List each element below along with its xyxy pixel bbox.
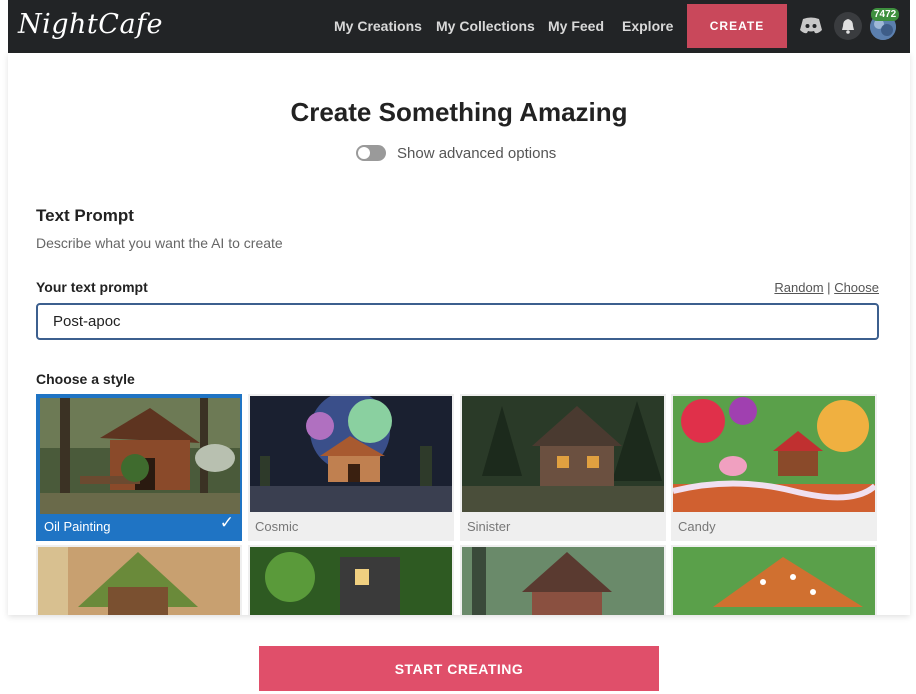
style-name: Oil Painting <box>44 519 111 534</box>
style-thumbnail <box>462 547 664 615</box>
create-form-card: Create Something Amazing Show advanced o… <box>8 53 910 615</box>
candy-thumbnail <box>673 396 875 512</box>
advanced-options-toggle[interactable] <box>356 145 386 161</box>
style-tile[interactable] <box>36 545 242 615</box>
bell-icon[interactable] <box>834 12 862 40</box>
style-tile-candy[interactable]: Candy <box>671 394 877 541</box>
style-thumbnail <box>38 547 240 615</box>
style-name[interactable]: Sinister <box>467 519 510 534</box>
style-tile[interactable] <box>248 545 454 615</box>
sinister-thumbnail <box>462 396 664 512</box>
create-button[interactable]: CREATE <box>687 4 787 48</box>
text-prompt-input[interactable] <box>36 303 879 340</box>
oil-painting-thumbnail <box>40 398 240 514</box>
style-name[interactable]: Cosmic <box>255 519 298 534</box>
page-title: Create Something Amazing <box>290 97 628 127</box>
checkmark-icon: ✓ <box>219 513 234 532</box>
nav-explore[interactable]: Explore <box>622 18 673 34</box>
section-description: Describe what you want the AI to create <box>36 235 283 251</box>
nav-my-feed[interactable]: My Feed <box>548 18 604 34</box>
toggle-knob <box>358 147 370 159</box>
cosmic-thumbnail <box>250 396 452 512</box>
credits-badge: 7472 <box>871 8 900 21</box>
prompt-label: Your text prompt <box>36 279 148 295</box>
discord-icon[interactable] <box>798 14 824 38</box>
nightcafe-logo[interactable]: NightCafe <box>18 9 163 40</box>
style-tile[interactable] <box>671 545 877 615</box>
style-tile[interactable] <box>460 545 666 615</box>
top-nav-bar: NightCafe My Creations My Collections My… <box>8 0 910 53</box>
style-thumbnail <box>250 547 452 615</box>
advanced-options-label[interactable]: Show advanced options <box>397 145 556 162</box>
style-tile-sinister[interactable]: Sinister <box>460 394 666 541</box>
link-separator: | <box>827 280 831 295</box>
choose-link[interactable]: Choose <box>834 280 879 295</box>
prompt-links: Random | Choose <box>774 280 879 295</box>
section-title: Text Prompt <box>36 206 134 225</box>
style-label: Choose a style <box>36 371 135 387</box>
start-creating-button[interactable]: START CREATING <box>259 646 659 691</box>
style-tile-cosmic[interactable]: Cosmic <box>248 394 454 541</box>
nav-my-collections[interactable]: My Collections <box>436 18 535 34</box>
random-link[interactable]: Random <box>774 280 823 295</box>
style-tile-oil-painting[interactable]: Oil Painting ✓ <box>36 394 242 541</box>
style-name[interactable]: Candy <box>678 519 716 534</box>
style-thumbnail <box>673 547 875 615</box>
nav-my-creations[interactable]: My Creations <box>334 18 422 34</box>
